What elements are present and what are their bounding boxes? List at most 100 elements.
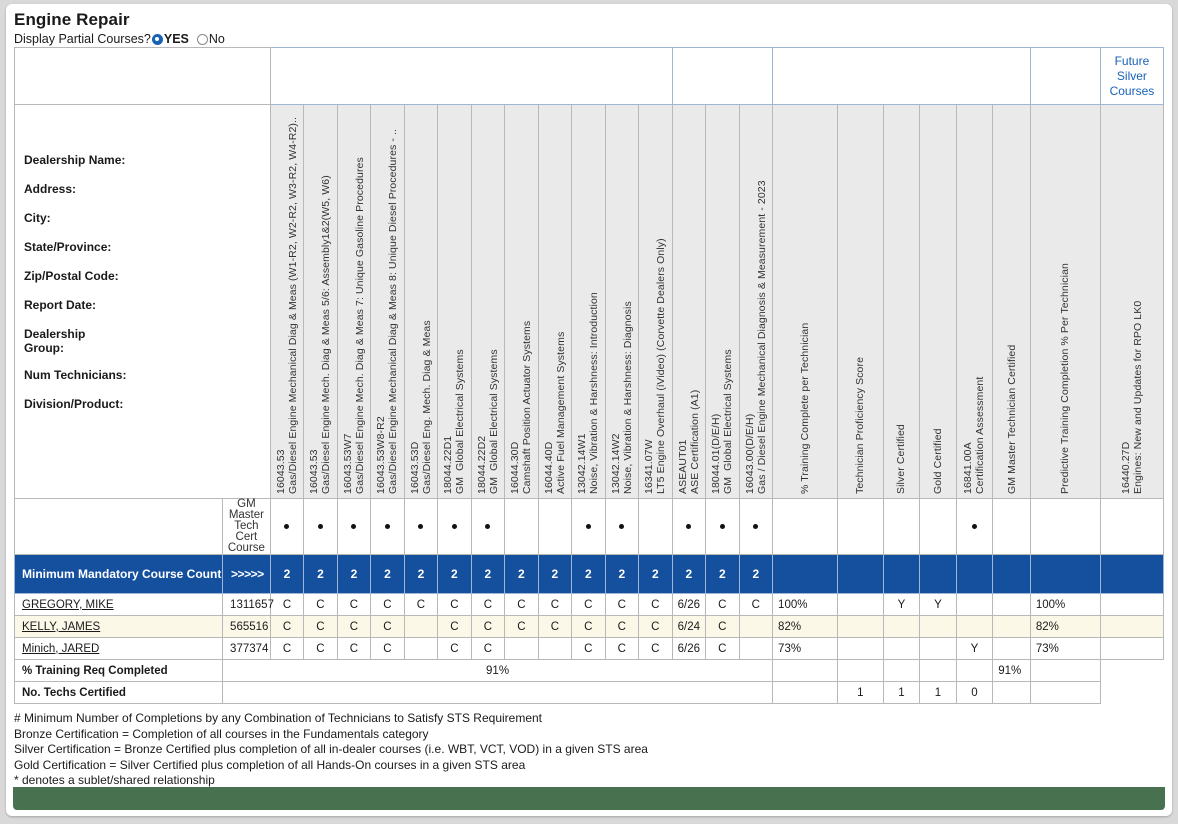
column-header-row: Dealership Name: Address: City: State/Pr… — [14, 104, 1165, 499]
technician-course-cell-13: C — [705, 615, 740, 638]
col-header-text-21: Predictive Training Completion % Per Tec… — [1059, 263, 1072, 494]
technician-course-cell-10: C — [604, 615, 640, 638]
technician-course-cell-20 — [992, 593, 1031, 616]
technician-course-cell-6: C — [470, 637, 506, 660]
technician-course-cell-2: C — [336, 615, 372, 638]
technician-course-cell-9: C — [571, 593, 606, 616]
display-partial-courses-control: Display Partial Courses? YES No — [14, 31, 1172, 47]
technician-name-cell[interactable]: Minich, JARED — [13, 637, 224, 660]
technician-course-cell-4: C — [403, 593, 439, 616]
master-tech-dot-icon — [451, 523, 457, 529]
info-field-dealership-name: Dealership Name: — [24, 153, 126, 167]
technician-course-cell-22 — [1099, 593, 1165, 616]
minimum-mandatory-cell-16 — [837, 554, 884, 594]
master-tech-cell-22 — [1099, 498, 1165, 555]
technician-course-cell-11: C — [638, 615, 673, 638]
col-header-18: Gold Certified — [919, 104, 957, 499]
minimum-mandatory-cell-19 — [955, 554, 994, 594]
summary-row: % Training Req Completed 91% 91% — [13, 659, 1164, 682]
technician-course-cell-20 — [992, 637, 1031, 660]
summary-row-cell-1: 1 — [837, 681, 884, 704]
col-header-7: 16044.30D Camshaft Position Actuator Sys… — [504, 104, 539, 499]
technician-name-link[interactable]: Minich, JARED — [22, 643, 99, 655]
radio-no-label[interactable]: No — [209, 31, 225, 47]
master-tech-cell-18 — [919, 498, 957, 555]
info-field-report-date: Report Date: — [24, 298, 97, 312]
dealership-info-panel: Dealership Name: Address: City: State/Pr… — [14, 104, 271, 499]
technician-name-link[interactable]: GREGORY, MIKE — [22, 599, 114, 611]
technician-course-cell-5: C — [437, 593, 472, 616]
summary-row-label: % Training Req Completed — [13, 659, 224, 682]
minimum-mandatory-row: Minimum Mandatory Course Count >>>>> 222… — [13, 554, 1165, 594]
technician-course-cell-17 — [882, 615, 921, 638]
col-header-text-14: 16043.00(D/E/H) Gas / Diesel Engine Mech… — [743, 180, 768, 494]
technician-course-cell-11: C — [638, 593, 673, 616]
col-header-16: Technician Proficiency Score — [837, 104, 884, 499]
radio-yes-label[interactable]: YES — [164, 31, 189, 47]
technician-name-link[interactable]: KELLY, JAMES — [22, 621, 100, 633]
col-header-5: 18044.22D1 GM Global Electrical Systems — [437, 104, 472, 499]
technician-name-cell[interactable]: GREGORY, MIKE — [13, 593, 224, 616]
master-tech-cell-6 — [470, 498, 506, 555]
summary-row-cell-1 — [837, 659, 884, 682]
summary-row-cell-6 — [1029, 659, 1101, 682]
technician-course-cell-6: C — [470, 615, 506, 638]
band-header-row: Silver Courses Gold Courses Certificatio… — [14, 47, 1165, 105]
info-field-division-product: Division/Product: — [24, 397, 124, 411]
col-header-text-17: Silver Certified — [895, 424, 908, 494]
master-tech-dot-icon — [619, 523, 625, 529]
col-header-0: 16043.53 Gas/Diesel Engine Mechanical Di… — [269, 104, 305, 499]
minimum-mandatory-cell-10: 2 — [604, 554, 640, 594]
info-field-zip-postal-code: Zip/Postal Code: — [24, 269, 119, 283]
technician-course-cell-12: 6/26 — [671, 593, 707, 616]
radio-yes[interactable] — [151, 33, 163, 45]
col-header-text-0: 16043.53 Gas/Diesel Engine Mechanical Di… — [274, 116, 299, 494]
technician-course-cell-1: C — [303, 615, 338, 638]
summary-row-merged-value: 91% — [222, 659, 774, 682]
summary-row-cell-3: 1 — [919, 681, 957, 704]
technician-name-cell[interactable]: KELLY, JAMES — [13, 615, 224, 638]
technician-rows: GREGORY, MIKE 1311657 C C C C C C C C C C C C 6/26 C C 10… — [13, 593, 1165, 660]
minimum-mandatory-cell-6: 2 — [470, 554, 506, 594]
summary-row-cell-3 — [919, 659, 957, 682]
master-tech-dot-icon — [719, 523, 725, 529]
technician-course-cell-10: C — [604, 593, 640, 616]
technician-course-cell-7: C — [504, 615, 539, 638]
band-certifications: Certifications — [772, 47, 1031, 105]
technician-course-cell-21: 73% — [1029, 637, 1101, 660]
col-header-text-9: 13042.14W1 Noise, Vibration & Harshness:… — [576, 292, 601, 494]
master-tech-cell-0 — [269, 498, 305, 555]
technician-course-cell-17 — [882, 637, 921, 660]
technician-course-cell-3: C — [370, 615, 405, 638]
master-tech-cell-16 — [837, 498, 884, 555]
technician-course-cell-14 — [738, 637, 774, 660]
minimum-mandatory-cell-15 — [772, 554, 838, 594]
band-gold-courses: Gold Courses — [671, 47, 774, 105]
minimum-mandatory-cell-0: 2 — [269, 554, 305, 594]
col-header-20: GM Master Technician Certified — [992, 104, 1031, 499]
technician-course-cell-6: C — [470, 593, 506, 616]
col-header-9: 13042.14W1 Noise, Vibration & Harshness:… — [571, 104, 606, 499]
info-field-address: Address: — [24, 182, 77, 196]
technician-course-cell-12: 6/26 — [671, 637, 707, 660]
col-header-2: 16043.53W7 Gas/Diesel Engine Mech. Diag … — [336, 104, 372, 499]
col-header-text-18: Gold Certified — [931, 428, 944, 494]
technician-course-cell-15: 73% — [772, 637, 838, 660]
col-header-21: Predictive Training Completion % Per Tec… — [1029, 104, 1101, 499]
col-header-8: 16044.40D Active Fuel Management Systems — [537, 104, 573, 499]
technician-course-cell-5: C — [437, 637, 472, 660]
summary-row-cell-6 — [1029, 681, 1101, 704]
table-row: GREGORY, MIKE 1311657 C C C C C C C C C C C C 6/26 C C 10… — [13, 593, 1165, 616]
band-silver-courses: Silver Courses — [269, 47, 673, 105]
technician-course-cell-4 — [403, 637, 439, 660]
col-header-text-13: 18044.01(D/E/H) GM Global Electrical Sys… — [710, 349, 735, 494]
info-field-dealership-group: Dealership Group: — [24, 327, 86, 355]
info-field-city: City: — [24, 211, 51, 225]
radio-no[interactable] — [196, 33, 208, 45]
page-header: Engine Repair Display Partial Courses? Y… — [6, 4, 1172, 47]
technician-course-cell-2: C — [336, 637, 372, 660]
bottom-accent-bar — [13, 787, 1165, 810]
technician-course-cell-9: C — [571, 615, 606, 638]
summary-row-cell-0 — [772, 659, 838, 682]
col-header-text-1: 16043.53 Gas/Diesel Engine Mech. Diag & … — [308, 175, 333, 494]
